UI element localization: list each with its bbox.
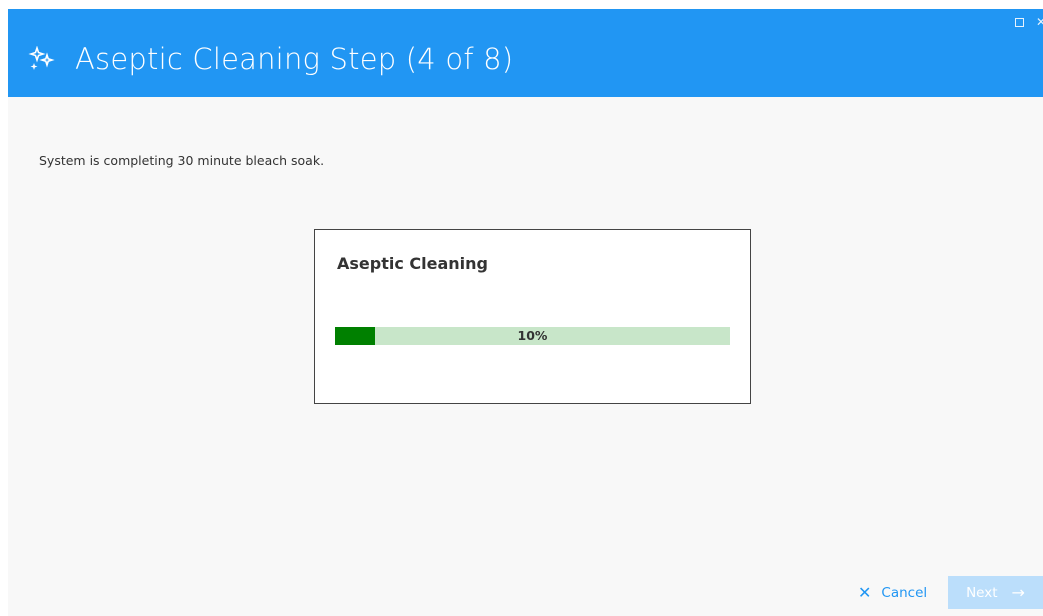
maximize-icon[interactable] (1012, 15, 1026, 29)
close-x-icon: ✕ (858, 583, 872, 602)
status-message: System is completing 30 minute bleach so… (39, 153, 325, 168)
cancel-button[interactable]: ✕ Cancel (858, 580, 927, 606)
progress-card-title: Aseptic Cleaning (337, 254, 488, 273)
next-label: Next (966, 584, 998, 601)
page-title: Aseptic Cleaning Step (4 of 8) (75, 42, 514, 76)
next-button[interactable]: Next → (948, 576, 1043, 609)
cancel-label: Cancel (881, 585, 928, 601)
sparkle-icon (27, 45, 55, 74)
title-bar: Aseptic Cleaning Step (4 of 8) ✕ (8, 9, 1043, 97)
progress-bar: 10% (335, 327, 730, 345)
arrow-right-icon: → (1011, 583, 1025, 602)
progress-label: 10% (517, 328, 548, 343)
progress-card: Aseptic Cleaning 10% (314, 229, 751, 404)
close-icon[interactable]: ✕ (1036, 15, 1043, 29)
wizard-window: Aseptic Cleaning Step (4 of 8) ✕ System … (8, 9, 1043, 616)
